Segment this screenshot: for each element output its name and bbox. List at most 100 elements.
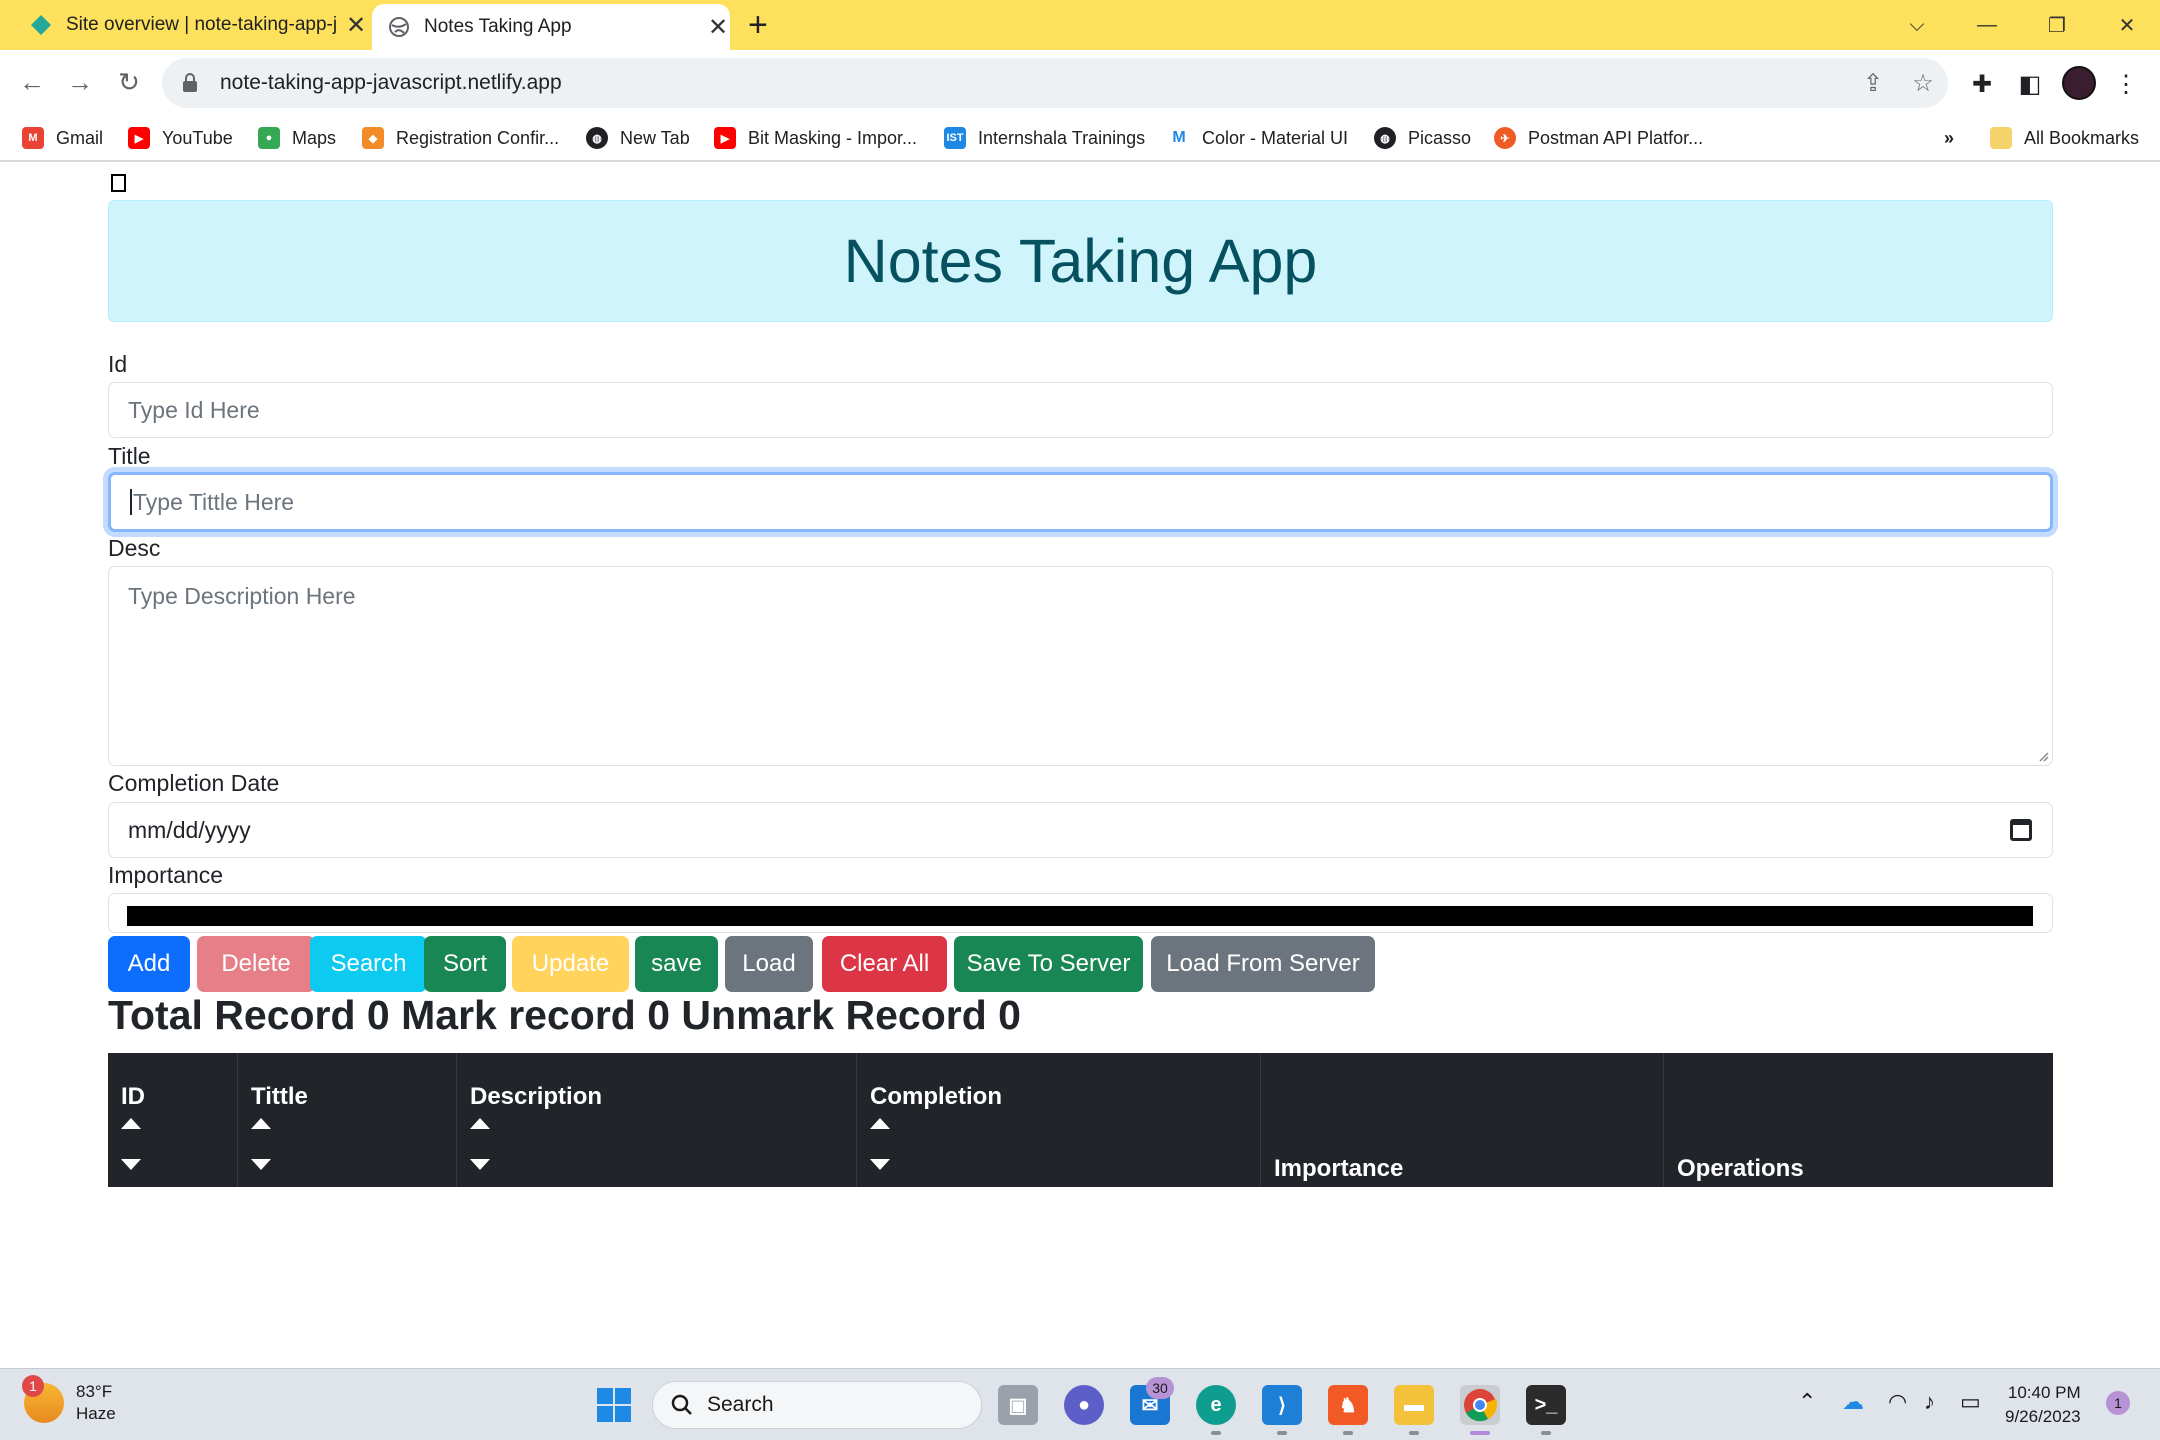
address-bar[interactable]: note-taking-app-javascript.netlify.app ⇪… <box>162 58 1948 108</box>
weather-sun-icon: 1 <box>22 1375 64 1423</box>
notes-table-header: ID Tittle Description Completion Importa… <box>108 1053 2053 1187</box>
teams-chat-icon[interactable]: ● <box>1064 1385 1104 1425</box>
bookmarks-bar: M Gmail ▶ YouTube ● Maps ◆ Registration Conf… <box>0 116 2160 162</box>
terminal-icon[interactable]: >_ <box>1526 1385 1566 1425</box>
sort-descending-icon[interactable] <box>251 1159 271 1170</box>
weather-widget[interactable]: 1 83°F Haze <box>22 1375 116 1425</box>
windows-start-icon[interactable] <box>594 1385 634 1425</box>
task-view-icon[interactable]: ▣ <box>998 1385 1038 1425</box>
close-tab-icon[interactable]: ✕ <box>344 11 368 40</box>
edge-icon[interactable]: e <box>1196 1385 1236 1425</box>
save-button[interactable]: save <box>635 936 718 992</box>
bookmark-bit-masking[interactable]: ▶ Bit Masking - Impor... <box>714 116 917 160</box>
volume-icon[interactable]: ♪ <box>1924 1389 1935 1415</box>
id-placeholder: Type Id Here <box>128 396 260 423</box>
sort-descending-icon[interactable] <box>870 1159 890 1170</box>
share-icon[interactable]: ⇪ <box>1848 69 1898 98</box>
sort-ascending-icon[interactable] <box>470 1118 490 1129</box>
tray-overflow-icon[interactable]: ⌃ <box>1798 1389 1816 1415</box>
onedrive-icon[interactable]: ☁ <box>1842 1389 1864 1415</box>
sort-button[interactable]: Sort <box>424 936 506 992</box>
taskbar-search[interactable]: Search <box>652 1381 982 1429</box>
chrome-icon[interactable] <box>1460 1385 1500 1425</box>
restore-icon[interactable]: ❐ <box>2022 0 2092 50</box>
sort-ascending-icon[interactable] <box>121 1118 141 1129</box>
brave-icon[interactable]: ♞ <box>1328 1385 1368 1425</box>
youtube-icon: ▶ <box>714 127 736 149</box>
close-tab-icon[interactable]: ✕ <box>706 13 730 42</box>
add-button[interactable]: Add <box>108 936 190 992</box>
menu-icon[interactable]: ⋮ <box>2108 66 2144 102</box>
calendar-icon[interactable] <box>2010 819 2032 841</box>
bookmark-star-icon[interactable]: ☆ <box>1898 69 1948 98</box>
notification-badge[interactable]: 1 <box>2106 1391 2130 1415</box>
mark-checkbox[interactable] <box>111 174 126 192</box>
importance-label: Importance <box>108 862 224 888</box>
sort-ascending-icon[interactable] <box>251 1118 271 1129</box>
description-textarea[interactable]: Type Description Here <box>108 566 2053 766</box>
completion-date-input[interactable]: mm/dd/yyyy <box>108 802 2053 858</box>
column-label: Completion <box>870 1083 1002 1110</box>
globe-icon: ◍ <box>1374 127 1396 149</box>
vscode-icon[interactable]: ⟩ <box>1262 1385 1302 1425</box>
bookmarks-overflow-icon[interactable]: » <box>1944 116 1954 160</box>
wifi-icon[interactable]: ◠ <box>1888 1389 1907 1415</box>
maps-icon: ● <box>258 127 280 149</box>
bookmark-internshala[interactable]: IST Internshala Trainings <box>944 116 1145 160</box>
minimize-icon[interactable]: — <box>1952 0 2022 50</box>
bookmark-label: New Tab <box>620 127 690 148</box>
tab-strip: Site overview | note-taking-app-j ✕ Note… <box>0 0 2160 50</box>
bookmark-maps[interactable]: ● Maps <box>258 116 336 160</box>
chrome-logo-icon <box>1464 1389 1497 1422</box>
load-button[interactable]: Load <box>725 936 813 992</box>
registration-icon: ◆ <box>362 127 384 149</box>
new-tab-icon[interactable]: + <box>748 8 768 42</box>
column-label: Description <box>470 1083 603 1110</box>
id-input[interactable]: Type Id Here <box>108 382 2053 438</box>
search-label: Search <box>707 1393 774 1416</box>
page-content: Notes Taking App Id Type Id Here Title T… <box>0 162 2160 1368</box>
sort-descending-icon[interactable] <box>470 1159 490 1170</box>
resize-handle-icon[interactable] <box>2037 750 2049 762</box>
importance-track[interactable] <box>127 906 2033 926</box>
reload-icon[interactable]: ↻ <box>111 64 147 100</box>
bookmark-material-ui[interactable]: M Color - Material UI <box>1168 116 1348 160</box>
bookmark-youtube[interactable]: ▶ YouTube <box>128 116 233 160</box>
extensions-icon[interactable]: ✚ <box>1964 66 2000 102</box>
importance-slider[interactable] <box>108 893 2053 933</box>
column-header-importance: Importance <box>1261 1053 1664 1187</box>
side-panel-icon[interactable]: ◧ <box>2012 66 2048 102</box>
date-placeholder: mm/dd/yyyy <box>128 816 251 843</box>
delete-button[interactable]: Delete <box>197 936 315 992</box>
update-button[interactable]: Update <box>512 936 629 992</box>
bookmark-new-tab[interactable]: ◍ New Tab <box>586 116 690 160</box>
bookmark-registration[interactable]: ◆ Registration Confir... <box>362 116 559 160</box>
title-input[interactable]: Type Tittle Here <box>108 472 2053 532</box>
sort-descending-icon[interactable] <box>121 1159 141 1170</box>
close-window-icon[interactable]: ✕ <box>2092 0 2160 50</box>
tab-search-chevron-icon[interactable]: ⌵ <box>1882 0 1952 50</box>
tab-site-overview[interactable]: Site overview | note-taking-app-j ✕ <box>18 0 368 50</box>
bookmark-picasso[interactable]: ◍ Picasso <box>1374 116 1471 160</box>
desc-label: Desc <box>108 535 161 561</box>
youtube-icon: ▶ <box>128 127 150 149</box>
bookmark-label: Color - Material UI <box>1202 127 1349 148</box>
battery-icon[interactable]: ▭ <box>1960 1389 1981 1415</box>
back-icon[interactable]: ← <box>14 64 50 100</box>
bookmark-postman[interactable]: ✈ Postman API Platfor... <box>1494 116 1703 160</box>
file-explorer-icon[interactable]: ▬ <box>1394 1385 1434 1425</box>
bookmark-label: Internshala Trainings <box>978 127 1146 148</box>
sort-ascending-icon[interactable] <box>870 1118 890 1129</box>
system-clock[interactable]: 10:40 PM 9/26/2023 <box>2005 1381 2081 1429</box>
forward-icon[interactable]: → <box>62 64 98 100</box>
tab-notes-taking-app[interactable]: Notes Taking App ✕ <box>372 4 730 50</box>
save-to-server-button[interactable]: Save To Server <box>954 936 1143 992</box>
url-text: note-taking-app-javascript.netlify.app <box>220 71 562 94</box>
globe-icon: ◍ <box>586 127 608 149</box>
load-from-server-button[interactable]: Load From Server <box>1151 936 1375 992</box>
bookmark-gmail[interactable]: M Gmail <box>22 116 103 160</box>
all-bookmarks[interactable]: All Bookmarks <box>1990 116 2139 160</box>
search-button[interactable]: Search <box>310 936 427 992</box>
profile-avatar[interactable] <box>2062 66 2096 100</box>
clear-all-button[interactable]: Clear All <box>822 936 947 992</box>
